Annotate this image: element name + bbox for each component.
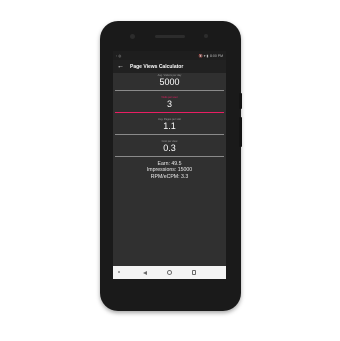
status-left-icons: ◦ ◎ bbox=[116, 53, 122, 58]
visitors-field[interactable]: Avg. Visitors per day 5000 bbox=[113, 73, 226, 95]
rpm-result: RPM/eCPM: 3.3 bbox=[150, 173, 189, 180]
status-icons: 🔇 ▾ ▮ bbox=[198, 53, 209, 58]
app-screen: ◦ ◎ 🔇 ▾ ▮ 8:00 PM ← Page Views Calculato… bbox=[113, 51, 226, 279]
visits-input[interactable]: 3 bbox=[113, 99, 226, 110]
back-arrow-icon[interactable]: ← bbox=[117, 63, 127, 70]
status-time: 8:00 PM bbox=[209, 53, 223, 58]
nav-back-icon[interactable] bbox=[142, 270, 147, 275]
visitors-underline bbox=[115, 90, 224, 91]
visitors-input[interactable]: 5000 bbox=[113, 77, 226, 88]
app-bar: ← Page Views Calculator bbox=[113, 60, 226, 73]
pages-input[interactable]: 1.1 bbox=[113, 121, 226, 132]
nav-home-icon[interactable] bbox=[166, 270, 172, 275]
system-nav-bar bbox=[113, 266, 226, 279]
earpiece-speaker bbox=[155, 35, 185, 38]
pages-underline bbox=[115, 134, 224, 135]
status-bar: ◦ ◎ 🔇 ▾ ▮ 8:00 PM bbox=[113, 51, 226, 60]
volume-button bbox=[239, 117, 242, 147]
page-title: Page Views Calculator bbox=[130, 63, 184, 70]
status-right: 🔇 ▾ ▮ 8:00 PM bbox=[198, 54, 223, 58]
power-button bbox=[239, 93, 242, 109]
nav-indicator-dot bbox=[118, 271, 120, 273]
proximity-sensor bbox=[204, 34, 208, 38]
visits-underline bbox=[115, 112, 224, 113]
cost-underline bbox=[115, 156, 224, 157]
nav-recents-icon[interactable] bbox=[191, 270, 197, 275]
cost-field[interactable]: Cost per view 0.3 bbox=[113, 139, 226, 161]
pages-field[interactable]: Avg. Pages per visit 1.1 bbox=[113, 117, 226, 139]
cost-input[interactable]: 0.3 bbox=[113, 143, 226, 154]
front-camera-icon bbox=[130, 34, 135, 39]
visits-field[interactable]: Visits per user 3 bbox=[113, 95, 226, 117]
results-block: Earn: 49.5 Impressions: 15000 RPM/eCPM: … bbox=[113, 161, 226, 180]
